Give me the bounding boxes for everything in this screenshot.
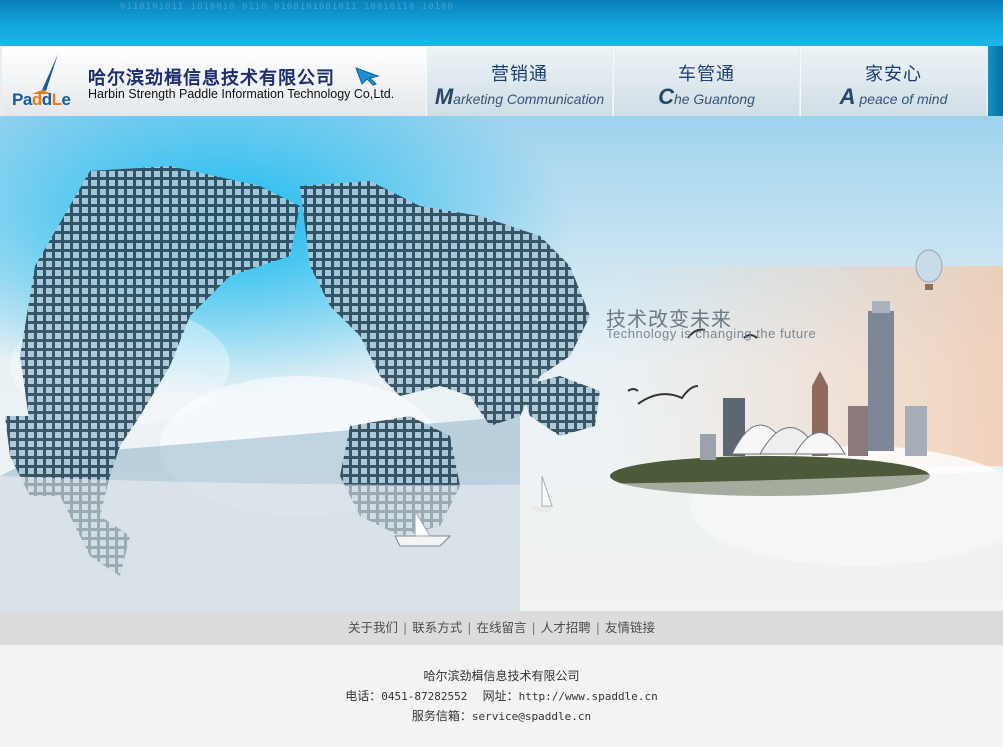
binary-decoration: 0110101011 1010010 0110 0100101001011 10…: [120, 2, 454, 12]
link-separator: |: [531, 620, 536, 635]
nav-peace-of-mind[interactable]: 家安心 A peace of mind: [800, 46, 986, 116]
footer-company-name: 哈尔滨劲楫信息技术有限公司: [423, 669, 580, 683]
nav-label-cn: 家安心: [865, 64, 922, 85]
phone-number: 0451-87282552: [381, 690, 468, 703]
hero-illustration: [0, 116, 1003, 611]
email-label: 服务信箱：: [411, 709, 472, 723]
footer: 哈尔滨劲楫信息技术有限公司 电话：0451-87282552 网址：http:/…: [0, 645, 1003, 747]
top-banner-strip: 0110101011 1010010 0110 0100101001011 10…: [0, 0, 1003, 46]
link-about-us[interactable]: 关于我们: [348, 620, 398, 635]
nav-label-cn: 车管通: [678, 64, 735, 85]
footer-email-line: 服务信箱：service@spaddle.cn: [0, 707, 1003, 724]
link-contact[interactable]: 联系方式: [412, 620, 462, 635]
email-address[interactable]: service@spaddle.cn: [472, 710, 591, 723]
nav-edge-decoration: [988, 46, 1003, 116]
cursor-arrow-icon: [355, 67, 380, 86]
nav-marketing-communication[interactable]: 营销通 Marketing Communication: [426, 46, 612, 116]
link-separator: |: [467, 620, 472, 635]
logo-area[interactable]: PaddLe 哈尔滨劲楫信息技术有限公司 Harbin Strength Pad…: [2, 46, 426, 116]
footer-link-bar: 关于我们 | 联系方式 | 在线留言 | 人才招聘 | 友情链接: [0, 611, 1003, 645]
nav-label-en: A peace of mind: [839, 84, 948, 109]
link-message[interactable]: 在线留言: [476, 620, 526, 635]
nav-che-guantong[interactable]: 车管通 Che Guantong: [613, 46, 799, 116]
site-label: 网址：: [482, 689, 519, 703]
footer-contact-line: 电话：0451-87282552 网址：http://www.spaddle.c…: [0, 687, 1003, 704]
link-friend-links[interactable]: 友情链接: [605, 620, 655, 635]
nav-label-en: Marketing Communication: [434, 84, 605, 109]
link-separator: |: [595, 620, 600, 635]
phone-label: 电话：: [345, 689, 382, 703]
logo-wordmark: PaddLe: [12, 90, 71, 109]
header: PaddLe 哈尔滨劲楫信息技术有限公司 Harbin Strength Pad…: [0, 46, 1003, 116]
company-name-en: Harbin Strength Paddle Information Techn…: [88, 87, 395, 101]
hero-slogan-en: Technology is changing the future: [606, 326, 817, 341]
site-url[interactable]: http://www.spaddle.cn: [519, 690, 658, 703]
nav-label-cn: 营销通: [491, 64, 548, 85]
link-jobs[interactable]: 人才招聘: [541, 620, 591, 635]
hero-banner: 技术改变未来 Technology is changing the future: [0, 116, 1003, 611]
nav-label-en: Che Guantong: [658, 84, 755, 109]
link-separator: |: [403, 620, 408, 635]
